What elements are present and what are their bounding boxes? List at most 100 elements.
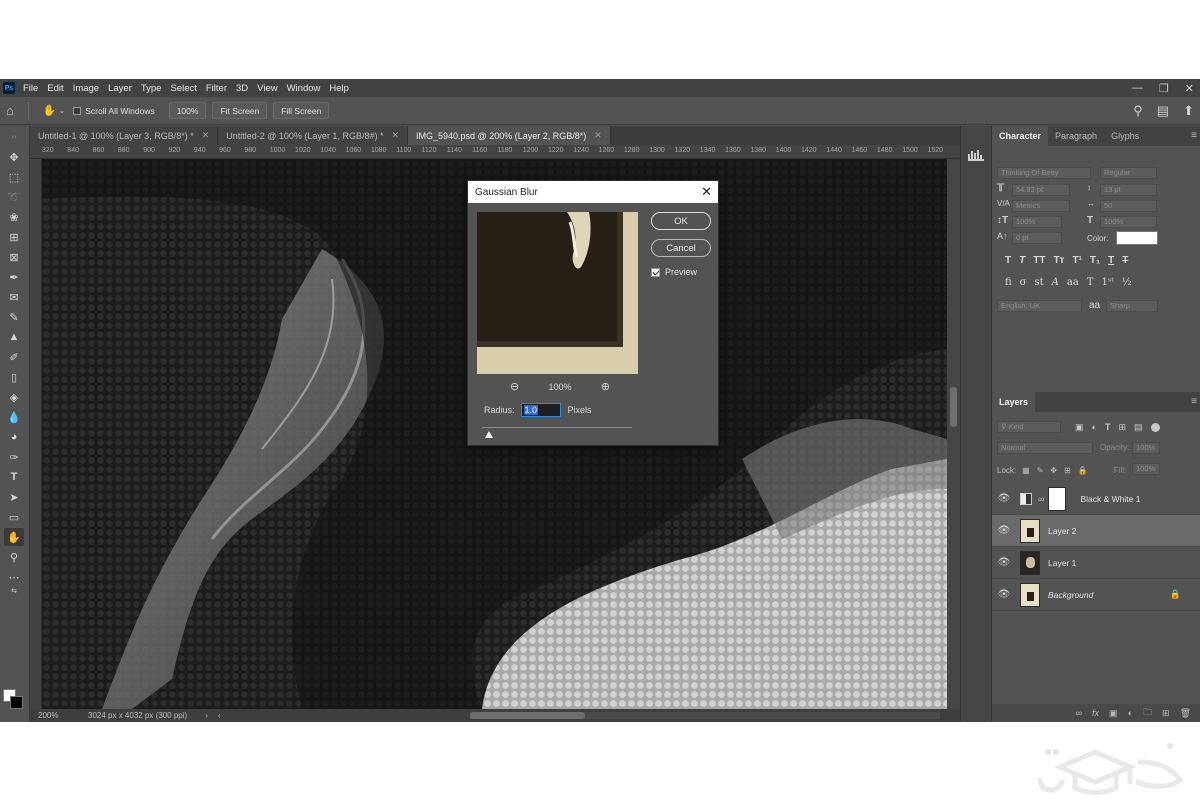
menu-view[interactable]: View [257,83,277,94]
tab-character[interactable]: Character [992,126,1049,146]
subscript-icon[interactable]: T₁ [1090,255,1100,266]
add-mask-icon[interactable]: ▣ [1109,708,1118,719]
panel-menu-icon[interactable]: ≡ [1191,130,1197,141]
layer-style-icon[interactable]: fx [1092,708,1099,718]
tracking-input[interactable]: 50 [1100,200,1157,212]
tool-preset-dropdown-icon[interactable]: ⌄ [59,106,66,115]
old-style-icon[interactable]: σ [1020,277,1027,288]
share-icon[interactable]: ⬆ [1183,103,1194,119]
move-tool-icon[interactable]: ✥ [4,148,24,166]
all-caps-icon[interactable]: TT [1033,255,1045,266]
layer-mask-thumbnail[interactable] [1048,486,1067,511]
new-layer-icon[interactable]: ⊞ [1162,708,1170,719]
fractions-icon[interactable]: ½ [1122,277,1132,288]
paint-bucket-tool-icon[interactable]: ◈ [4,388,24,406]
leading-input[interactable]: 13 pt [1100,184,1157,196]
filter-smart-object-icon[interactable]: ▤ [1134,422,1143,433]
zoom-tool-icon[interactable]: ⚲ [4,548,24,566]
histogram-icon[interactable] [968,150,984,161]
radius-slider-handle[interactable] [485,431,493,438]
tab-layers[interactable]: Layers [992,392,1036,412]
preview-checkbox[interactable]: Preview [651,267,697,277]
filter-type-icon[interactable]: T [1105,422,1111,432]
quick-selection-tool-icon[interactable]: ❀ [4,208,24,226]
blur-tool-icon[interactable]: 💧 [4,408,24,426]
superscript-icon[interactable]: T¹ [1072,255,1081,266]
swash-icon[interactable]: A [1052,277,1059,288]
filter-adjustment-icon[interactable]: ◐ [1092,422,1097,432]
link-layers-icon[interactable]: ∞ [1076,708,1082,718]
faux-bold-icon[interactable]: T [1005,255,1011,266]
zoom-100-button[interactable]: 100% [168,102,207,119]
lock-all-icon[interactable]: 🔒 [1078,466,1088,475]
filter-toggle-icon[interactable] [1150,422,1160,432]
menu-help[interactable]: Help [329,83,349,94]
layer-row-layer-1[interactable]: 👁 Layer 1 [992,547,1200,579]
vertical-scrollbar[interactable] [947,159,960,709]
zoom-in-icon[interactable]: ⊕ [601,380,610,393]
scroll-all-windows-checkbox[interactable]: Scroll All Windows [73,106,155,116]
search-icon[interactable]: ⚲ [1133,103,1143,119]
tab-glyphs[interactable]: Glyphs [1104,126,1146,146]
menu-select[interactable]: Select [170,83,196,94]
menu-filter[interactable]: Filter [206,83,227,94]
visibility-eye-icon[interactable]: 👁 [992,525,1016,536]
faux-italic-icon[interactable]: T [1019,255,1025,266]
pen-tool-icon[interactable]: ✑ [4,448,24,466]
kind-filter-select[interactable]: ⚲ Kind [997,421,1061,433]
menu-3d[interactable]: 3D [236,83,248,94]
baseline-shift-input[interactable]: 0 pt [1012,232,1062,244]
lasso-tool-icon[interactable]: ➰ [4,188,24,206]
layer-lock-icon[interactable]: 🔒 [1170,589,1181,600]
collapse-tools-icon[interactable]: ›› [4,128,24,146]
new-group-icon[interactable]: 🗀 [1143,705,1152,721]
swap-colors-icon[interactable]: ⇆ [4,582,24,600]
marquee-tool-icon[interactable]: ⬚ [4,168,24,186]
new-adjustment-icon[interactable]: ◐ [1128,708,1133,718]
lock-image-icon[interactable]: ✎ [1037,466,1044,475]
close-tab-icon[interactable]: ✕ [202,130,210,141]
menu-edit[interactable]: Edit [47,83,63,94]
tab-untitled-1[interactable]: Untitled-1 @ 100% (Layer 3, RGB/8*) * ✕ [30,126,219,145]
close-tab-icon[interactable]: ✕ [594,130,602,141]
ok-button[interactable]: OK [651,212,711,230]
panel-menu-icon[interactable]: ≡ [1191,396,1197,407]
restore-icon[interactable]: ❐ [1159,82,1169,95]
checkbox-box[interactable] [73,106,82,115]
status-zoom[interactable]: 200% [38,711,84,720]
ordinals-icon[interactable]: 1ˢᵗ [1102,277,1114,288]
font-size-input[interactable]: 54.92 pt [1012,184,1070,196]
menu-layer[interactable]: Layer [108,83,132,94]
home-icon[interactable]: ⌂ [6,103,14,118]
scroll-left-icon[interactable]: ‹ [218,711,221,720]
crop-tool-icon[interactable]: ⊞ [4,228,24,246]
quick-mask-icon[interactable]: ▣ [4,718,24,723]
tab-img-5940[interactable]: IMG_5940.psd @ 200% (Layer 2, RGB/8*) ✕ [408,126,611,145]
visibility-eye-icon[interactable]: 👁 [992,493,1016,504]
tab-paragraph[interactable]: Paragraph [1048,126,1104,146]
hand-tool-icon[interactable]: ✋ [43,104,57,117]
vertical-scale-input[interactable]: 100% [1012,216,1062,228]
cancel-button[interactable]: Cancel [651,239,711,257]
minimize-icon[interactable]: — [1132,82,1143,94]
titling-icon[interactable]: T [1087,277,1094,288]
filter-preview-image[interactable] [477,212,638,374]
lock-position-icon[interactable]: ✥ [1050,466,1057,475]
horizontal-scroll-thumb[interactable] [470,712,585,719]
eraser-tool-icon[interactable]: ▯ [4,368,24,386]
discretionary-ligatures-icon[interactable]: st [1035,277,1044,288]
ligatures-icon[interactable]: ﬁ [1005,277,1012,288]
type-tool-icon[interactable]: T [4,468,24,486]
delete-layer-icon[interactable]: 🗑 [1180,708,1191,719]
stylistic-alternates-icon[interactable]: aa [1067,277,1079,288]
menu-file[interactable]: File [23,83,38,94]
vertical-scroll-thumb[interactable] [950,387,957,427]
kerning-select[interactable]: Metrics [1012,200,1070,212]
tab-untitled-2[interactable]: Untitled-2 @ 100% (Layer 1, RGB/8#) * ✕ [218,126,409,145]
dialog-title-bar[interactable]: Gaussian Blur ✕ [468,181,718,203]
dodge-tool-icon[interactable]: ◕ [4,428,24,446]
close-icon[interactable]: ✕ [701,184,712,200]
clone-stamp-tool-icon[interactable]: ▲ [4,328,24,346]
layer-row-black-white[interactable]: 👁 ∞ Black & White 1 [992,483,1200,515]
underline-icon[interactable]: T [1108,255,1114,266]
